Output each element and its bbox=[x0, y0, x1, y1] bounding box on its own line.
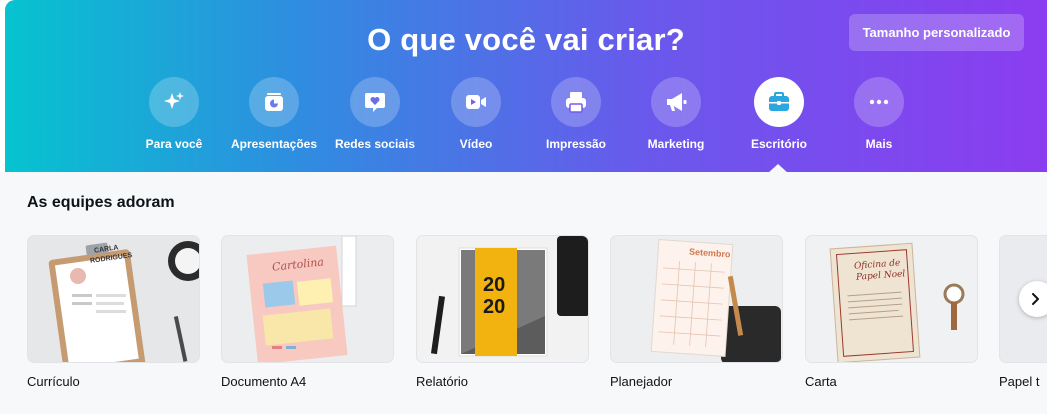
active-tab-pointer bbox=[768, 164, 788, 172]
more-dots-icon bbox=[869, 99, 889, 105]
sparkle-icon bbox=[164, 92, 184, 109]
heart-chat-icon bbox=[365, 93, 385, 112]
template-label: Papel t bbox=[999, 374, 1040, 389]
template-card-relatorio[interactable]: 20 20 Relatório bbox=[416, 235, 589, 389]
video-camera-icon bbox=[466, 95, 486, 109]
template-thumbnail: Cartolina bbox=[221, 235, 394, 363]
category-label: Para você bbox=[145, 137, 203, 151]
category-label: Redes sociais bbox=[334, 137, 416, 151]
category-label: Mais bbox=[865, 137, 893, 151]
template-label: Currículo bbox=[27, 374, 80, 389]
category-marketing[interactable]: Marketing bbox=[626, 77, 726, 151]
category-label: Vídeo bbox=[459, 137, 493, 151]
briefcase-icon bbox=[769, 92, 789, 111]
category-label: Marketing bbox=[647, 137, 705, 151]
megaphone-icon bbox=[667, 93, 687, 111]
templates-section: As equipes adoram CARLA RODRIGUES Curríc… bbox=[0, 172, 1047, 414]
template-card-documento-a4[interactable]: Cartolina Documento A4 bbox=[221, 235, 394, 389]
template-thumbnail: CARLA RODRIGUES bbox=[27, 235, 200, 363]
category-mais[interactable]: Mais bbox=[829, 77, 929, 151]
template-label: Documento A4 bbox=[221, 374, 307, 389]
thumb-year-top: 20 bbox=[483, 274, 506, 296]
category-video[interactable]: Vídeo bbox=[426, 77, 526, 151]
category-label: Impressão bbox=[545, 137, 607, 151]
hero-banner: O que você vai criar? Tamanho personaliz… bbox=[5, 0, 1047, 172]
template-card-curriculo[interactable]: CARLA RODRIGUES Currículo bbox=[27, 235, 200, 389]
template-label: Relatório bbox=[416, 374, 469, 389]
section-title: As equipes adoram bbox=[27, 194, 175, 211]
template-card-carta[interactable]: Oficina de Papel Noel Carta bbox=[805, 235, 978, 389]
template-label: Carta bbox=[805, 374, 837, 389]
custom-size-button[interactable]: Tamanho personalizado bbox=[849, 14, 1024, 51]
category-escritorio[interactable]: Escritório bbox=[729, 77, 829, 151]
template-label: Planejador bbox=[610, 374, 673, 389]
template-thumbnail: Oficina de Papel Noel bbox=[805, 235, 978, 363]
category-redes-sociais[interactable]: Redes sociais bbox=[325, 77, 425, 151]
template-card-planejador[interactable]: Setembro Planejador bbox=[610, 235, 783, 389]
template-thumbnail: 20 20 bbox=[416, 235, 589, 363]
category-impressao[interactable]: Impressão bbox=[526, 77, 626, 151]
category-apresentacoes[interactable]: Apresentações bbox=[224, 77, 324, 151]
category-para-voce[interactable]: Para você bbox=[124, 77, 224, 151]
thumb-year-bottom: 20 bbox=[483, 296, 506, 318]
presentation-icon bbox=[265, 93, 283, 111]
template-thumbnail: Setembro bbox=[610, 235, 783, 363]
carousel-next-button[interactable] bbox=[1019, 281, 1047, 317]
category-label: Apresentações bbox=[230, 137, 318, 151]
category-label: Escritório bbox=[750, 137, 807, 151]
printer-icon bbox=[566, 92, 586, 113]
chevron-right-icon bbox=[1032, 293, 1039, 305]
